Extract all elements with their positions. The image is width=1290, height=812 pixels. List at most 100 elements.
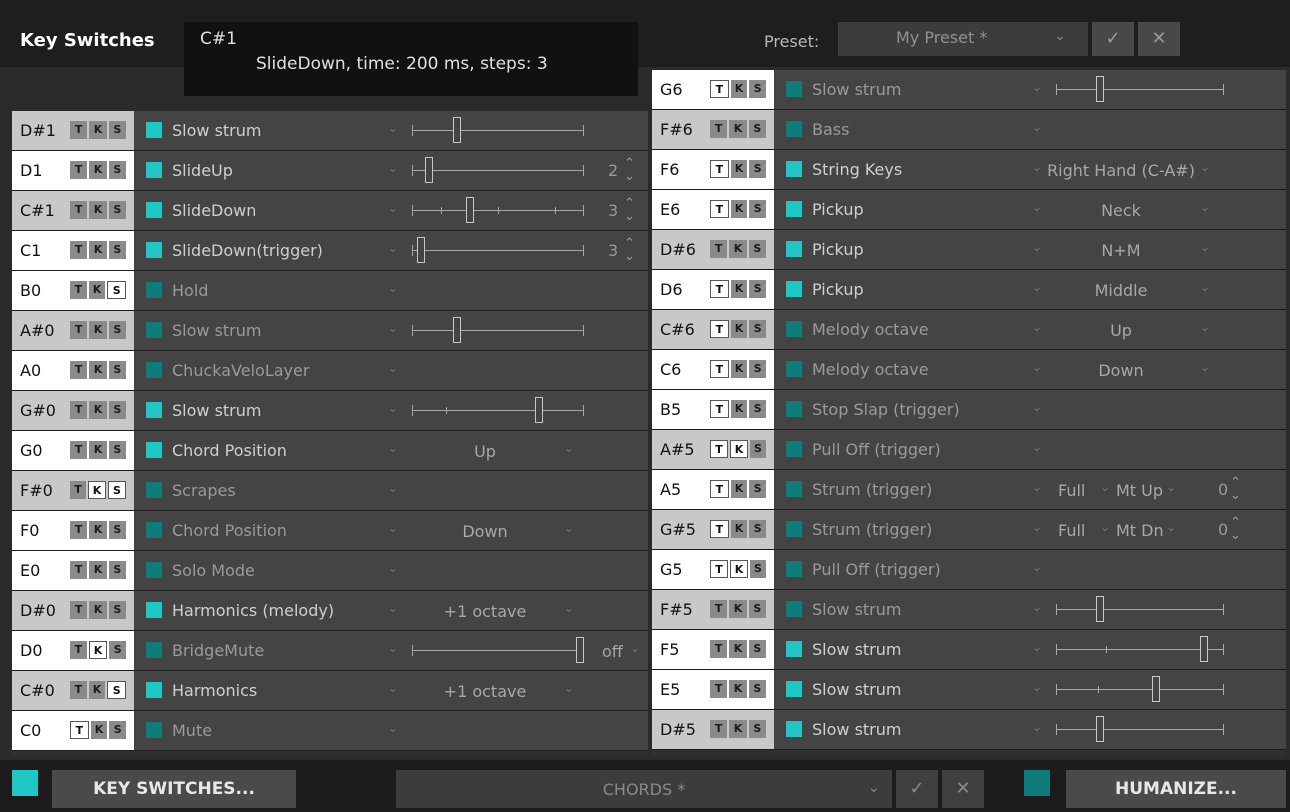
t-toggle[interactable]: T xyxy=(710,400,729,418)
spin-stepper[interactable]: ⌃ ⌄ xyxy=(624,237,635,263)
parameter-slider[interactable] xyxy=(1056,596,1224,622)
preset-select[interactable]: My Preset * ⌄ xyxy=(838,22,1088,56)
enable-checkbox[interactable] xyxy=(786,361,802,377)
s-toggle[interactable]: S xyxy=(749,320,767,338)
enable-checkbox[interactable] xyxy=(146,722,162,738)
slider-thumb[interactable] xyxy=(1200,636,1208,662)
chords-confirm-button[interactable]: ✓ xyxy=(896,770,938,808)
k-toggle[interactable]: K xyxy=(88,641,108,659)
chevron-down-icon[interactable]: ⌄ xyxy=(388,201,398,215)
enable-checkbox[interactable] xyxy=(786,561,802,577)
chevron-down-icon[interactable]: ⌄ xyxy=(1100,520,1110,534)
k-toggle[interactable]: K xyxy=(89,121,107,139)
chevron-down-icon[interactable]: ⌄ xyxy=(1032,640,1042,654)
enable-checkbox[interactable] xyxy=(786,81,802,97)
spin-stepper[interactable]: ⌃ ⌄ xyxy=(624,157,635,183)
t-toggle[interactable]: T xyxy=(710,440,728,458)
k-toggle[interactable]: K xyxy=(729,640,747,658)
t-toggle[interactable]: T xyxy=(710,280,729,298)
s-toggle[interactable]: S xyxy=(748,680,766,698)
option-select[interactable]: Middle xyxy=(1046,281,1196,300)
chevron-down-icon[interactable]: ⌄ xyxy=(388,361,398,375)
chevron-down-icon[interactable]: ⌄ xyxy=(388,481,398,495)
chevron-down-icon[interactable]: ⌄ xyxy=(1032,280,1042,294)
chevron-down-icon[interactable]: ⌄ xyxy=(1032,400,1042,414)
strum-range-select[interactable]: Full xyxy=(1058,521,1085,540)
chevron-down-icon[interactable]: ⌄ xyxy=(1166,520,1176,534)
k-toggle[interactable]: K xyxy=(730,400,748,418)
parameter-slider[interactable] xyxy=(1056,636,1224,662)
t-toggle[interactable]: T xyxy=(70,681,87,699)
slider-thumb[interactable] xyxy=(1096,716,1104,742)
k-toggle[interactable]: K xyxy=(88,481,106,499)
chevron-down-icon[interactable]: ⌄ xyxy=(1032,240,1042,254)
enable-checkbox[interactable] xyxy=(146,122,162,138)
option-select[interactable]: Up xyxy=(410,442,560,461)
k-toggle[interactable]: K xyxy=(89,201,107,219)
k-toggle[interactable]: K xyxy=(729,240,747,258)
t-toggle[interactable]: T xyxy=(710,640,728,658)
s-toggle[interactable]: S xyxy=(748,600,766,618)
k-toggle[interactable]: K xyxy=(730,560,748,578)
k-toggle[interactable]: K xyxy=(88,681,106,699)
t-toggle[interactable]: T xyxy=(70,121,88,139)
s-toggle[interactable]: S xyxy=(108,561,126,579)
s-toggle[interactable]: S xyxy=(750,440,766,458)
k-toggle[interactable]: K xyxy=(729,120,747,138)
spin-stepper[interactable]: ⌃ ⌄ xyxy=(624,197,635,223)
strum-direction-select[interactable]: Mt Dn xyxy=(1116,521,1164,540)
t-toggle[interactable]: T xyxy=(710,320,729,338)
chevron-down-icon[interactable]: ⌄ xyxy=(1200,360,1210,374)
t-toggle[interactable]: T xyxy=(710,560,728,578)
k-toggle[interactable]: K xyxy=(729,600,747,618)
chevron-down-icon[interactable]: ⌄ xyxy=(388,321,398,335)
enable-checkbox[interactable] xyxy=(786,401,802,417)
enable-checkbox[interactable] xyxy=(786,441,802,457)
t-toggle[interactable]: T xyxy=(70,441,88,459)
chevron-down-icon[interactable]: ⌄ xyxy=(1032,680,1042,694)
strum-range-select[interactable]: Full xyxy=(1058,481,1085,500)
t-toggle[interactable]: T xyxy=(710,520,729,538)
chevron-down-icon[interactable]: ⌄ xyxy=(1230,489,1241,502)
slider-thumb[interactable] xyxy=(453,317,461,343)
chevron-down-icon[interactable]: ⌄ xyxy=(1032,360,1042,374)
k-toggle[interactable]: K xyxy=(730,360,748,378)
chevron-down-icon[interactable]: ⌄ xyxy=(564,601,574,615)
chevron-down-icon[interactable]: ⌄ xyxy=(1230,529,1241,542)
chevron-down-icon[interactable]: ⌄ xyxy=(1032,560,1042,574)
chevron-down-icon[interactable]: ⌄ xyxy=(1032,720,1042,734)
chords-select[interactable]: CHORDS * ⌄ xyxy=(396,770,892,808)
slider-thumb[interactable] xyxy=(425,157,433,183)
enable-checkbox[interactable] xyxy=(146,282,162,298)
k-toggle[interactable]: K xyxy=(730,80,748,98)
t-toggle[interactable]: T xyxy=(710,360,729,378)
enable-checkbox[interactable] xyxy=(786,521,802,537)
t-toggle[interactable]: T xyxy=(70,721,89,739)
s-toggle[interactable]: S xyxy=(750,560,766,578)
t-toggle[interactable]: T xyxy=(70,601,88,619)
enable-checkbox[interactable] xyxy=(146,562,162,578)
k-toggle[interactable]: K xyxy=(88,281,106,299)
s-toggle[interactable]: S xyxy=(748,640,766,658)
enable-checkbox[interactable] xyxy=(146,602,162,618)
s-toggle[interactable]: S xyxy=(108,161,126,179)
chevron-down-icon[interactable]: ⌄ xyxy=(1032,520,1042,534)
preset-cancel-button[interactable]: ✕ xyxy=(1138,22,1180,56)
enable-checkbox[interactable] xyxy=(146,242,162,258)
s-toggle[interactable]: S xyxy=(749,200,767,218)
chevron-down-icon[interactable]: ⌄ xyxy=(388,121,398,135)
enable-checkbox[interactable] xyxy=(786,321,802,337)
k-toggle[interactable]: K xyxy=(730,280,748,298)
parameter-slider[interactable] xyxy=(412,317,584,343)
chevron-down-icon[interactable]: ⌄ xyxy=(388,601,398,615)
humanize-button[interactable]: HUMANIZE... xyxy=(1066,770,1286,808)
parameter-slider[interactable] xyxy=(412,117,584,143)
option-select[interactable]: Down xyxy=(1046,361,1196,380)
s-toggle[interactable]: S xyxy=(748,720,766,738)
s-toggle[interactable]: S xyxy=(109,721,127,739)
key-switches-button[interactable]: KEY SWITCHES... xyxy=(52,770,296,808)
enable-checkbox[interactable] xyxy=(786,721,802,737)
k-toggle[interactable]: K xyxy=(89,161,107,179)
parameter-slider[interactable] xyxy=(1056,76,1224,102)
chevron-down-icon[interactable]: ⌄ xyxy=(388,681,398,695)
